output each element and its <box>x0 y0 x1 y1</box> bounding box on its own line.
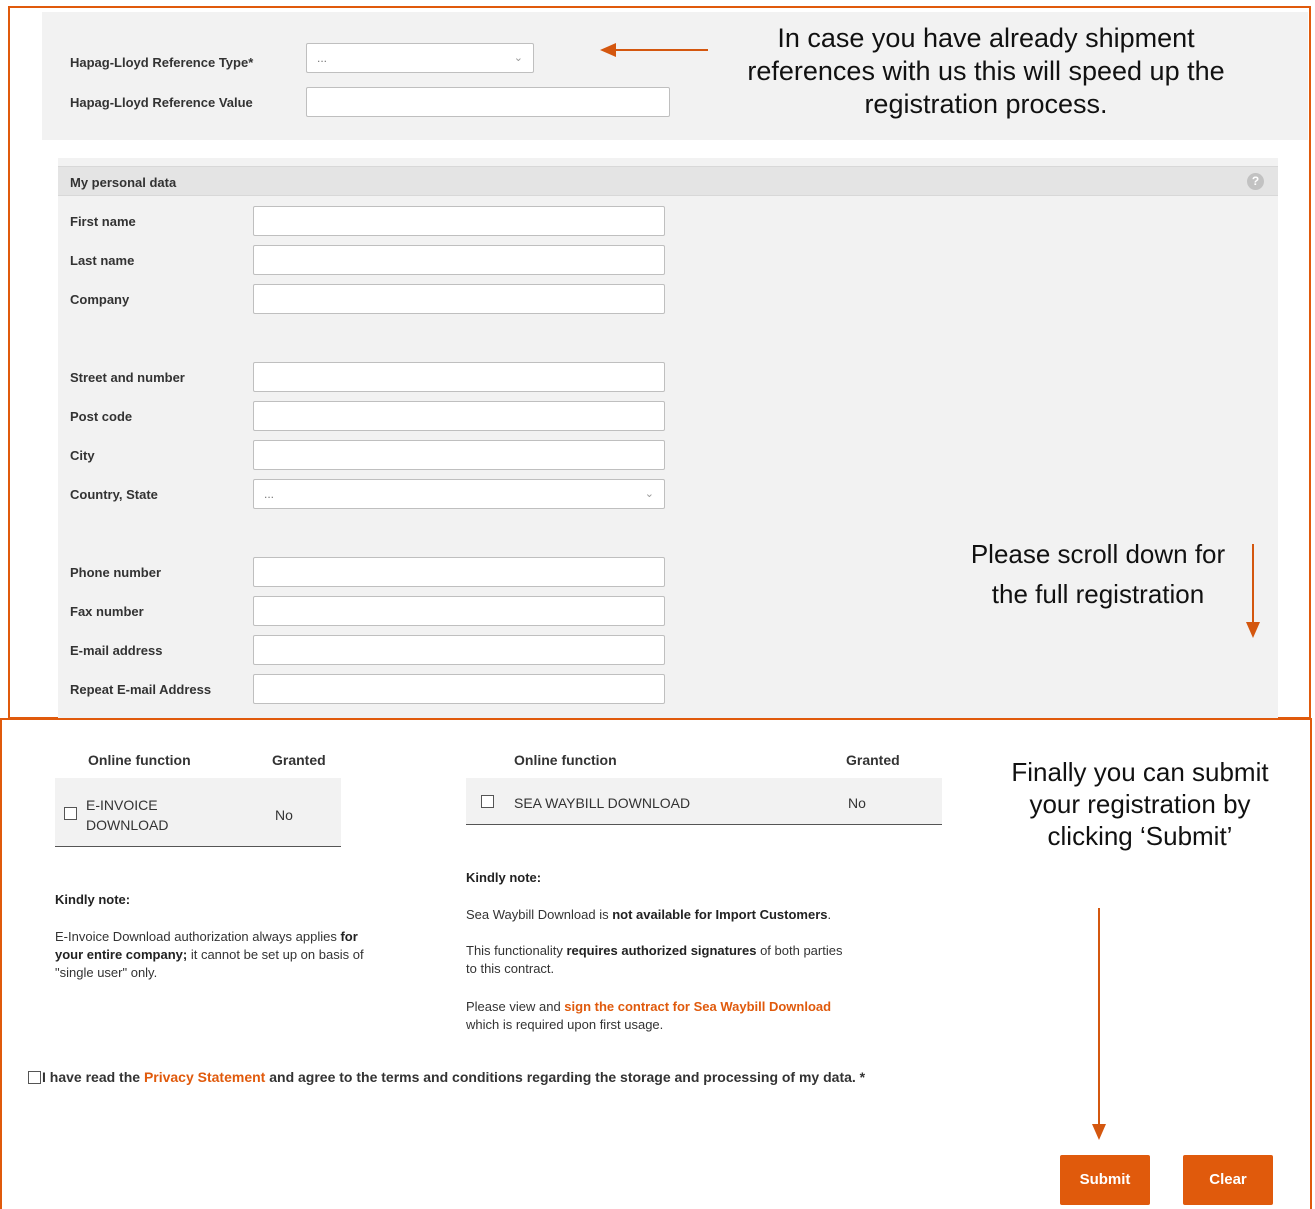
arrow-left-icon <box>600 43 616 57</box>
left-granted-header: Granted <box>272 752 326 768</box>
sea-waybill-note-3-line2: which is required upon first usage. <box>466 1017 664 1032</box>
sea-waybill-note-3-text: Please view and <box>466 999 561 1014</box>
left-table-rule <box>55 846 341 847</box>
phone-input[interactable] <box>253 557 665 587</box>
sea-waybill-note-1: Sea Waybill Download is not available fo… <box>466 906 946 924</box>
fax-label: Fax number <box>70 604 144 619</box>
sea-waybill-note-2: This functionality requires authorized s… <box>466 942 946 978</box>
repeat-email-input[interactable] <box>253 674 665 704</box>
street-label: Street and number <box>70 370 185 385</box>
right-table-rule <box>466 824 942 825</box>
privacy-checkbox[interactable] <box>28 1071 41 1084</box>
reference-value-input[interactable] <box>306 87 670 117</box>
sea-waybill-note-1-bold: not available for Import Customers <box>612 907 828 922</box>
last-name-label: Last name <box>70 253 135 268</box>
sea-waybill-note-1-text: Sea Waybill Download is <box>466 907 609 922</box>
city-label: City <box>70 448 95 463</box>
left-function-header: Online function <box>88 752 191 768</box>
privacy-text-after: and agree to the terms and conditions re… <box>269 1069 866 1085</box>
first-name-input[interactable] <box>253 206 665 236</box>
post-code-input[interactable] <box>253 401 665 431</box>
right-kindly-note: Kindly note: <box>466 870 542 885</box>
right-function-header: Online function <box>514 752 617 768</box>
submit-callout-note: Finally you can submit your registration… <box>1011 757 1269 851</box>
e-invoice-note-text3: "single user" only. <box>55 965 158 980</box>
sea-waybill-note-2-line2: to this contract. <box>466 961 555 976</box>
city-input[interactable] <box>253 440 665 470</box>
arrow-down-icon <box>1092 1124 1106 1140</box>
e-invoice-checkbox[interactable] <box>64 807 77 820</box>
personal-data-panel: My personal data ? First name Last name … <box>58 158 1278 718</box>
country-select-value: ... <box>264 487 275 501</box>
phone-label: Phone number <box>70 565 162 580</box>
personal-data-header: My personal data ? <box>58 166 1278 196</box>
e-invoice-name-line2: DOWNLOAD <box>86 817 169 833</box>
callout-arrow-line <box>614 49 708 51</box>
reference-type-select[interactable]: ... ⌄ <box>306 43 534 73</box>
submit-button[interactable]: Submit <box>1060 1155 1150 1205</box>
sea-waybill-contract-link[interactable]: sign the contract for Sea Waybill Downlo… <box>564 999 831 1014</box>
privacy-text-before: I have read the <box>42 1069 141 1085</box>
personal-data-title: My personal data <box>70 175 177 190</box>
sea-waybill-name: SEA WAYBILL DOWNLOAD <box>514 795 691 811</box>
left-kindly-note: Kindly note: <box>55 892 131 907</box>
post-code-label: Post code <box>70 409 133 424</box>
first-name-label: First name <box>70 214 136 229</box>
sea-waybill-note-1-end: . <box>827 907 832 922</box>
submit-arrow-line <box>1098 908 1100 1126</box>
help-icon[interactable]: ? <box>1247 173 1264 190</box>
scroll-callout: Please scroll down for the full registra… <box>878 538 1240 614</box>
sea-waybill-checkbox[interactable] <box>481 795 494 808</box>
reference-type-value: ... <box>317 51 328 65</box>
clear-button[interactable]: Clear <box>1183 1155 1273 1205</box>
reference-callout-note: In case you have already shipment refere… <box>747 23 1225 119</box>
sea-waybill-note-2-text: This functionality <box>466 943 563 958</box>
repeat-email-label: Repeat E-mail Address <box>70 682 212 697</box>
sea-waybill-note-2-end: of both parties <box>760 943 843 958</box>
right-granted-header: Granted <box>846 752 900 768</box>
e-invoice-note-bold2: your entire company; <box>55 947 188 962</box>
email-label: E-mail address <box>70 643 163 658</box>
email-input[interactable] <box>253 635 665 665</box>
e-invoice-granted: No <box>275 807 293 823</box>
e-invoice-name-line1: E-INVOICE <box>86 797 158 813</box>
reference-value-label: Hapag-Lloyd Reference Value <box>70 95 253 110</box>
chevron-down-icon: ⌄ <box>513 52 523 64</box>
sea-waybill-note-3: Please view and sign the contract for Se… <box>466 998 946 1034</box>
country-label: Country, State <box>70 487 158 502</box>
arrow-down-icon <box>1246 622 1260 638</box>
last-name-input[interactable] <box>253 245 665 275</box>
e-invoice-note-text2: it cannot be set up on basis of <box>190 947 364 962</box>
e-invoice-note: E-Invoice Download authorization always … <box>55 928 455 982</box>
street-input[interactable] <box>253 362 665 392</box>
privacy-statement: I have read the Privacy Statement and ag… <box>42 1069 865 1085</box>
scroll-arrow-line <box>1252 544 1254 624</box>
scroll-note-line1: Please scroll down for <box>970 539 1226 569</box>
company-label: Company <box>70 292 130 307</box>
e-invoice-note-text: E-Invoice Download authorization always … <box>55 929 337 944</box>
country-select[interactable]: ... ⌄ <box>253 479 665 509</box>
company-input[interactable] <box>253 284 665 314</box>
e-invoice-note-bold1: for <box>340 929 358 944</box>
scroll-note-line2: the full registration <box>991 579 1205 609</box>
sea-waybill-note-2-bold: requires authorized signatures <box>566 943 757 958</box>
sea-waybill-granted: No <box>848 795 866 811</box>
fax-input[interactable] <box>253 596 665 626</box>
chevron-down-icon: ⌄ <box>644 488 654 500</box>
reference-type-label: Hapag-Lloyd Reference Type* <box>70 55 254 70</box>
privacy-statement-link[interactable]: Privacy Statement <box>144 1069 265 1085</box>
